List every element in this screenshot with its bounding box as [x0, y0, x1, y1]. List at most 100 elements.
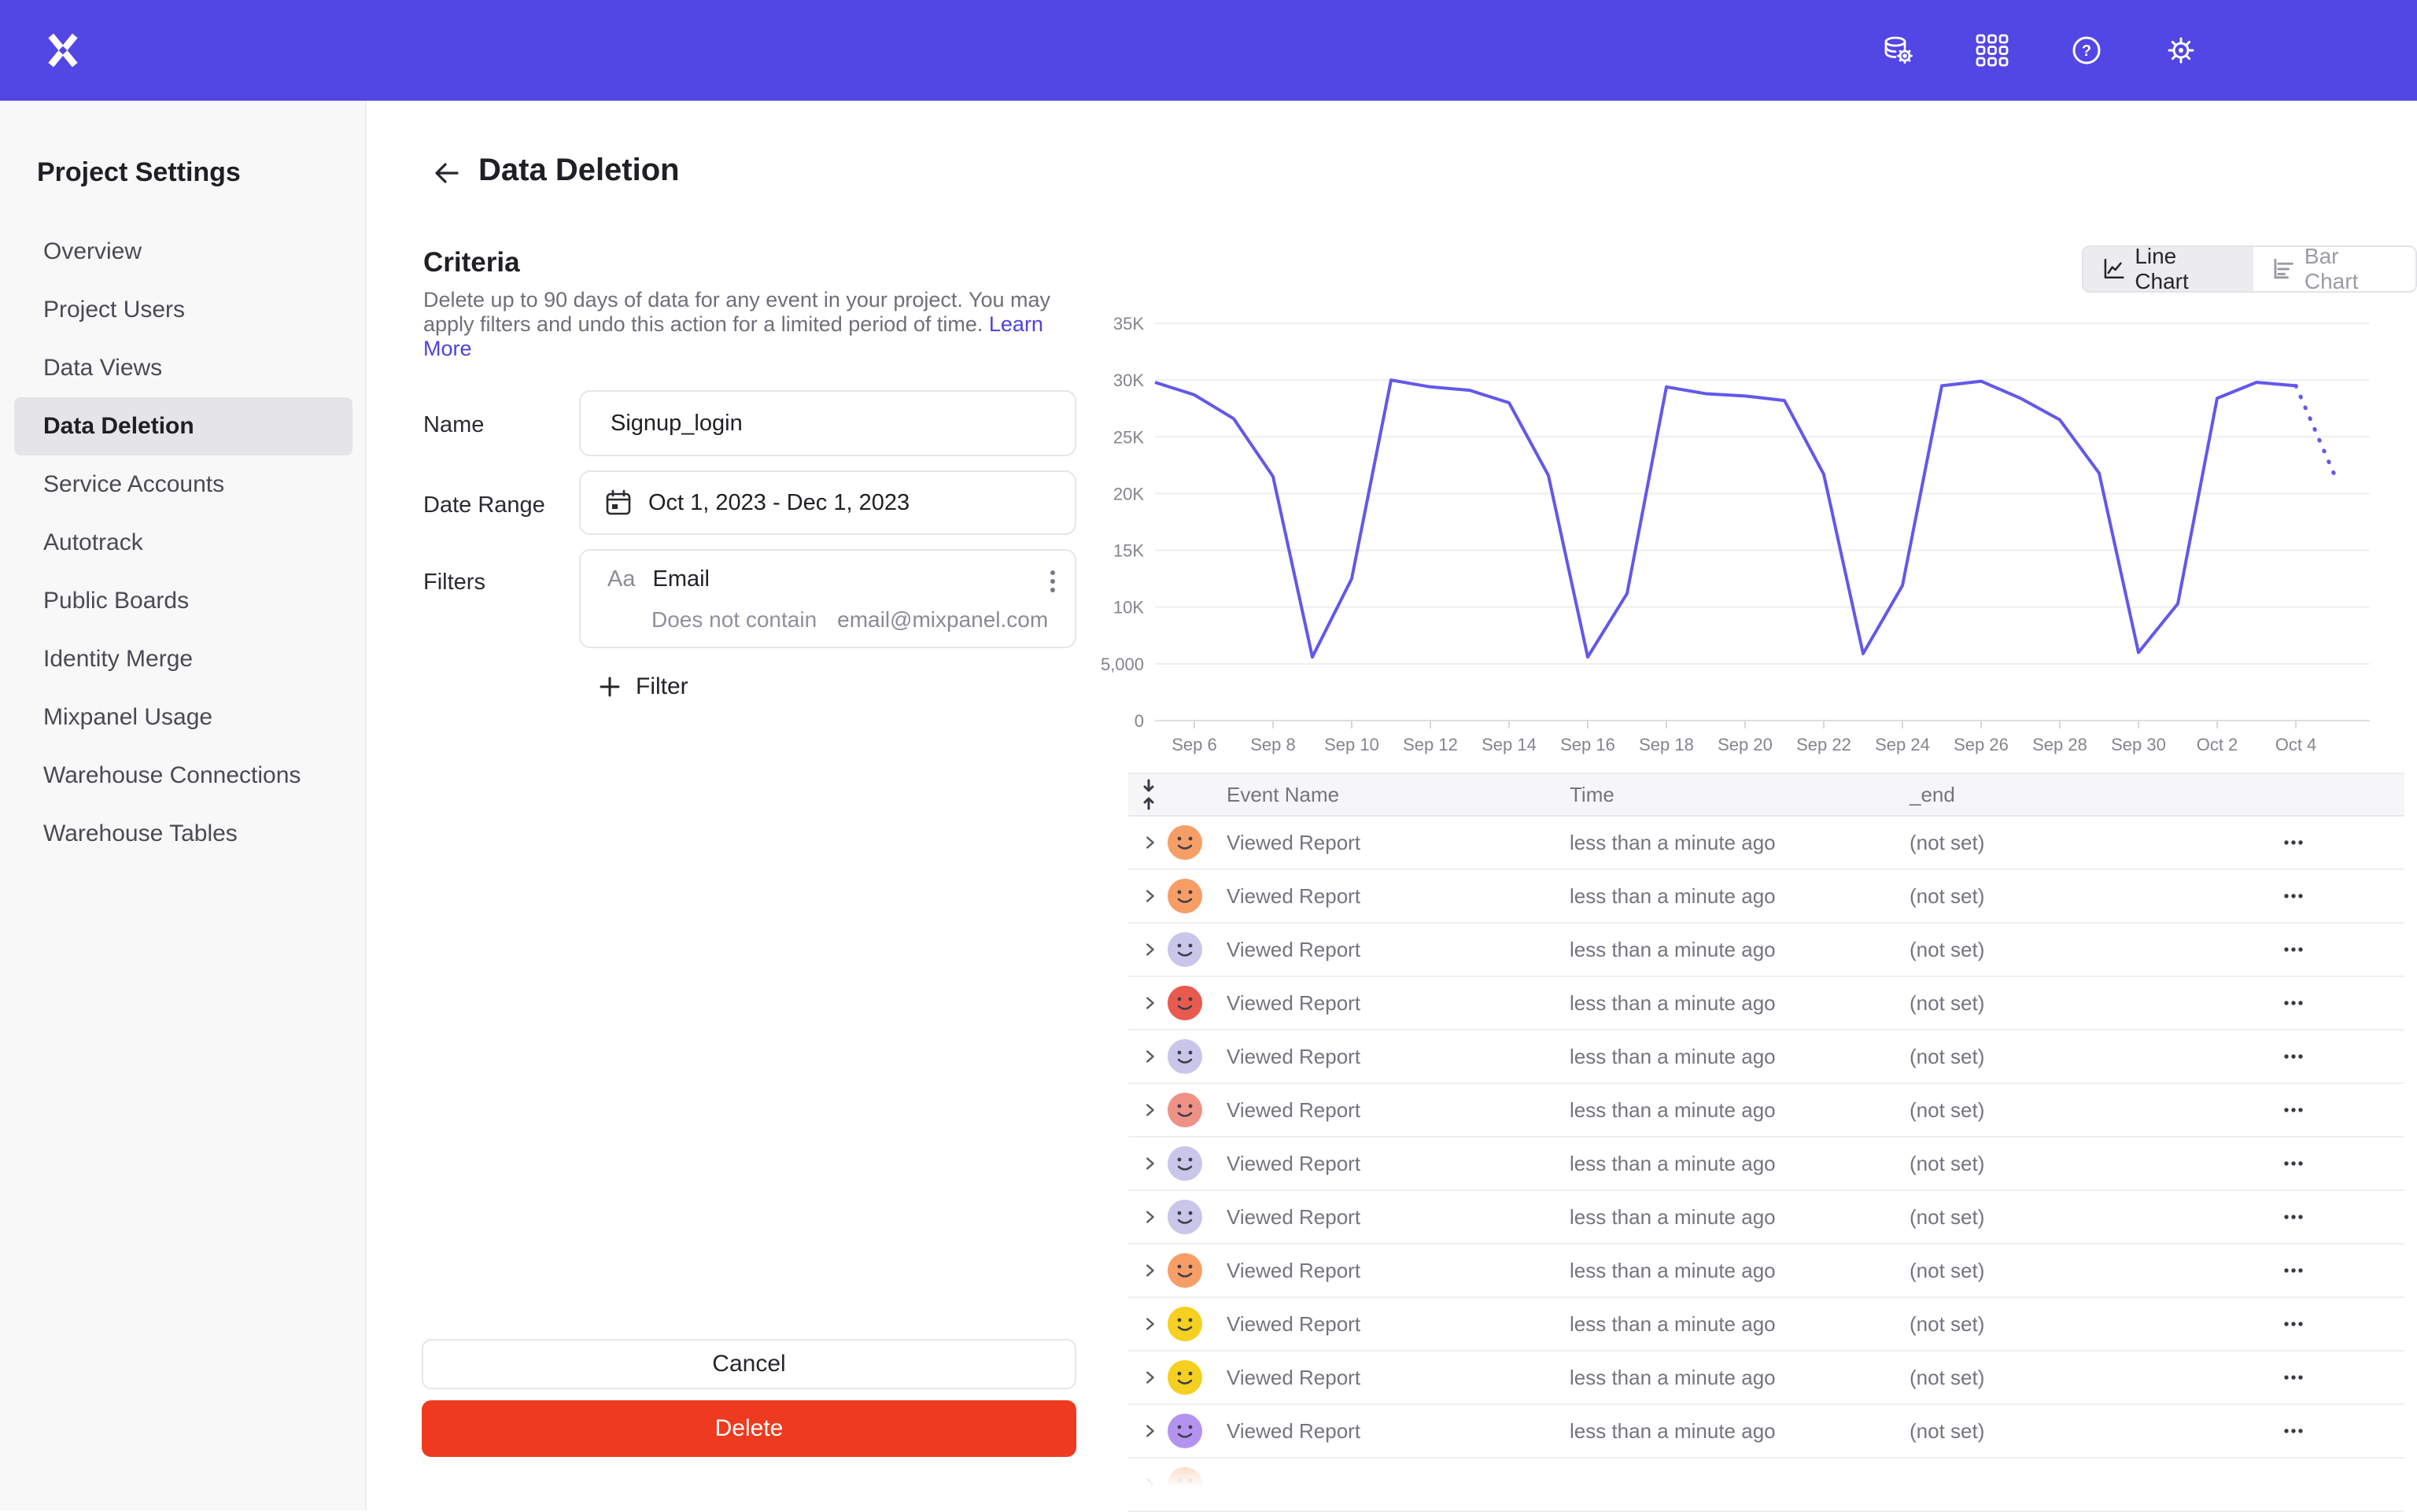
table-row[interactable]: Viewed Reportless than a minute ago(not … — [1128, 1084, 2404, 1138]
add-filter-label: Filter — [636, 673, 688, 700]
x-axis-tick-label: Sep 26 — [1954, 735, 2009, 754]
table-row[interactable]: Viewed Reportless than a minute ago(not … — [1128, 1191, 2404, 1245]
date-range-label: Date Range — [423, 492, 545, 518]
y-axis-tick-label: 10K — [1113, 598, 1144, 618]
cell-event-name: Viewed Report — [1227, 1366, 1570, 1390]
row-expand-chevron-icon[interactable] — [1141, 1155, 1158, 1172]
row-expand-chevron-icon[interactable] — [1141, 1262, 1158, 1279]
sidebar-item-warehouse-connections[interactable]: Warehouse Connections — [14, 747, 352, 805]
sidebar-item-overview[interactable]: Overview — [14, 223, 352, 281]
y-axis-tick-label: 5,000 — [1101, 655, 1144, 674]
row-expand-chevron-icon[interactable] — [1141, 1208, 1158, 1226]
row-actions-kebab-icon[interactable] — [2283, 1053, 2304, 1060]
filter-card[interactable]: Aa Email Does not contain email@mixpanel… — [579, 549, 1076, 648]
string-type-icon: Aa — [607, 566, 635, 592]
row-actions-kebab-icon[interactable] — [2283, 1428, 2304, 1434]
row-expand-chevron-icon[interactable] — [1141, 887, 1158, 905]
row-expand-chevron-icon[interactable] — [1141, 1476, 1158, 1493]
mixpanel-logo[interactable] — [44, 31, 82, 69]
line-chart-toggle[interactable]: Line Chart — [2083, 247, 2253, 291]
cell-end: (not set) — [1910, 1045, 2268, 1069]
row-expand-chevron-icon[interactable] — [1141, 1315, 1158, 1333]
name-input[interactable] — [579, 390, 1076, 456]
row-actions-kebab-icon[interactable] — [2283, 893, 2304, 899]
row-expand-chevron-icon[interactable] — [1141, 994, 1158, 1012]
filter-value[interactable]: email@mixpanel.com — [837, 607, 1048, 632]
table-row[interactable]: Viewed Reportless than a minute ago(not … — [1128, 1405, 2404, 1459]
avatar — [1168, 1414, 1202, 1448]
table-row[interactable]: Viewed Reportless than a minute ago(not … — [1128, 1138, 2404, 1191]
filter-operator[interactable]: Does not contain — [651, 607, 817, 632]
table-row[interactable]: Viewed Reportless than a minute ago(not … — [1128, 817, 2404, 870]
table-row[interactable]: Viewed Reportless than a minute ago(not … — [1128, 1031, 2404, 1084]
add-filter-button[interactable]: Filter — [598, 673, 688, 700]
avatar — [1168, 1467, 1202, 1502]
sidebar-item-project-users[interactable]: Project Users — [14, 281, 352, 339]
sidebar-item-mixpanel-usage[interactable]: Mixpanel Usage — [14, 688, 352, 747]
collapse-rows-icon[interactable] — [1128, 777, 1160, 812]
row-actions-kebab-icon[interactable] — [2283, 1160, 2304, 1167]
cell-event-name: Viewed Report — [1227, 1152, 1570, 1176]
chart-type-toggle: Line Chart Bar Chart — [2082, 245, 2417, 293]
cell-end: (not set) — [1910, 1366, 2268, 1390]
avatar — [1168, 932, 1202, 967]
sidebar-item-warehouse-tables[interactable]: Warehouse Tables — [14, 805, 352, 863]
row-actions-kebab-icon[interactable] — [2283, 1321, 2304, 1327]
row-expand-chevron-icon[interactable] — [1141, 1422, 1158, 1440]
date-range-picker[interactable]: Oct 1, 2023 - Dec 1, 2023 — [579, 470, 1076, 535]
apps-grid-icon[interactable] — [1975, 33, 2009, 68]
cell-event-name: Viewed Report — [1227, 884, 1570, 909]
sidebar-item-service-accounts[interactable]: Service Accounts — [14, 455, 352, 514]
table-row-partial[interactable] — [1128, 1459, 2404, 1512]
row-expand-chevron-icon[interactable] — [1141, 1369, 1158, 1386]
help-icon[interactable]: ? — [2069, 33, 2104, 68]
sidebar-item-data-deletion[interactable]: Data Deletion — [14, 397, 352, 455]
chart-line-dotted-tail — [2296, 385, 2335, 476]
y-axis-tick-label: 30K — [1113, 371, 1144, 390]
settings-icon[interactable] — [2164, 33, 2198, 68]
sidebar-item-autotrack[interactable]: Autotrack — [14, 514, 352, 572]
cell-time: less than a minute ago — [1570, 1098, 1910, 1123]
table-row[interactable]: Viewed Reportless than a minute ago(not … — [1128, 1298, 2404, 1352]
x-axis-tick-label: Sep 28 — [2032, 735, 2087, 754]
data-definitions-icon[interactable] — [1880, 33, 1915, 68]
table-row[interactable]: Viewed Reportless than a minute ago(not … — [1128, 1352, 2404, 1405]
row-actions-kebab-icon[interactable] — [2283, 1374, 2304, 1381]
row-expand-chevron-icon[interactable] — [1141, 941, 1158, 958]
cell-event-name: Viewed Report — [1227, 1098, 1570, 1123]
row-actions-kebab-icon[interactable] — [2283, 839, 2304, 846]
x-axis-tick-label: Sep 6 — [1172, 735, 1217, 754]
cell-end: (not set) — [1910, 938, 2268, 962]
row-actions-kebab-icon[interactable] — [2283, 946, 2304, 953]
back-arrow-icon[interactable] — [430, 156, 464, 190]
row-expand-chevron-icon[interactable] — [1141, 834, 1158, 851]
sidebar-item-data-views[interactable]: Data Views — [14, 339, 352, 397]
filters-label: Filters — [423, 570, 485, 596]
avatar — [1168, 1039, 1202, 1074]
row-actions-kebab-icon[interactable] — [2283, 1267, 2304, 1274]
cell-event-name: Viewed Report — [1227, 1259, 1570, 1283]
sidebar-item-identity-merge[interactable]: Identity Merge — [14, 630, 352, 688]
x-axis-tick-label: Sep 22 — [1796, 735, 1851, 754]
row-expand-chevron-icon[interactable] — [1141, 1101, 1158, 1119]
delete-button[interactable]: Delete — [422, 1400, 1076, 1457]
x-axis-tick-label: Oct 4 — [2275, 735, 2317, 754]
row-actions-kebab-icon[interactable] — [2283, 1107, 2304, 1113]
table-row[interactable]: Viewed Reportless than a minute ago(not … — [1128, 977, 2404, 1031]
row-expand-chevron-icon[interactable] — [1141, 1048, 1158, 1065]
avatar — [1168, 1093, 1202, 1127]
row-actions-kebab-icon[interactable] — [2283, 1214, 2304, 1220]
sidebar-item-public-boards[interactable]: Public Boards — [14, 572, 352, 630]
cancel-button[interactable]: Cancel — [422, 1339, 1076, 1389]
filter-kebab-menu-icon[interactable] — [1050, 570, 1056, 593]
table-row[interactable]: Viewed Reportless than a minute ago(not … — [1128, 870, 2404, 924]
row-actions-kebab-icon[interactable] — [2283, 1000, 2304, 1006]
x-axis-tick-label: Sep 8 — [1250, 735, 1296, 754]
bar-chart-toggle[interactable]: Bar Chart — [2253, 247, 2415, 291]
cell-end: (not set) — [1910, 1419, 2268, 1444]
avatar — [1168, 879, 1202, 913]
table-row[interactable]: Viewed Reportless than a minute ago(not … — [1128, 1245, 2404, 1298]
table-row[interactable]: Viewed Reportless than a minute ago(not … — [1128, 924, 2404, 977]
table-body: Viewed Reportless than a minute ago(not … — [1128, 817, 2404, 1512]
x-axis-tick-label: Sep 20 — [1718, 735, 1773, 754]
